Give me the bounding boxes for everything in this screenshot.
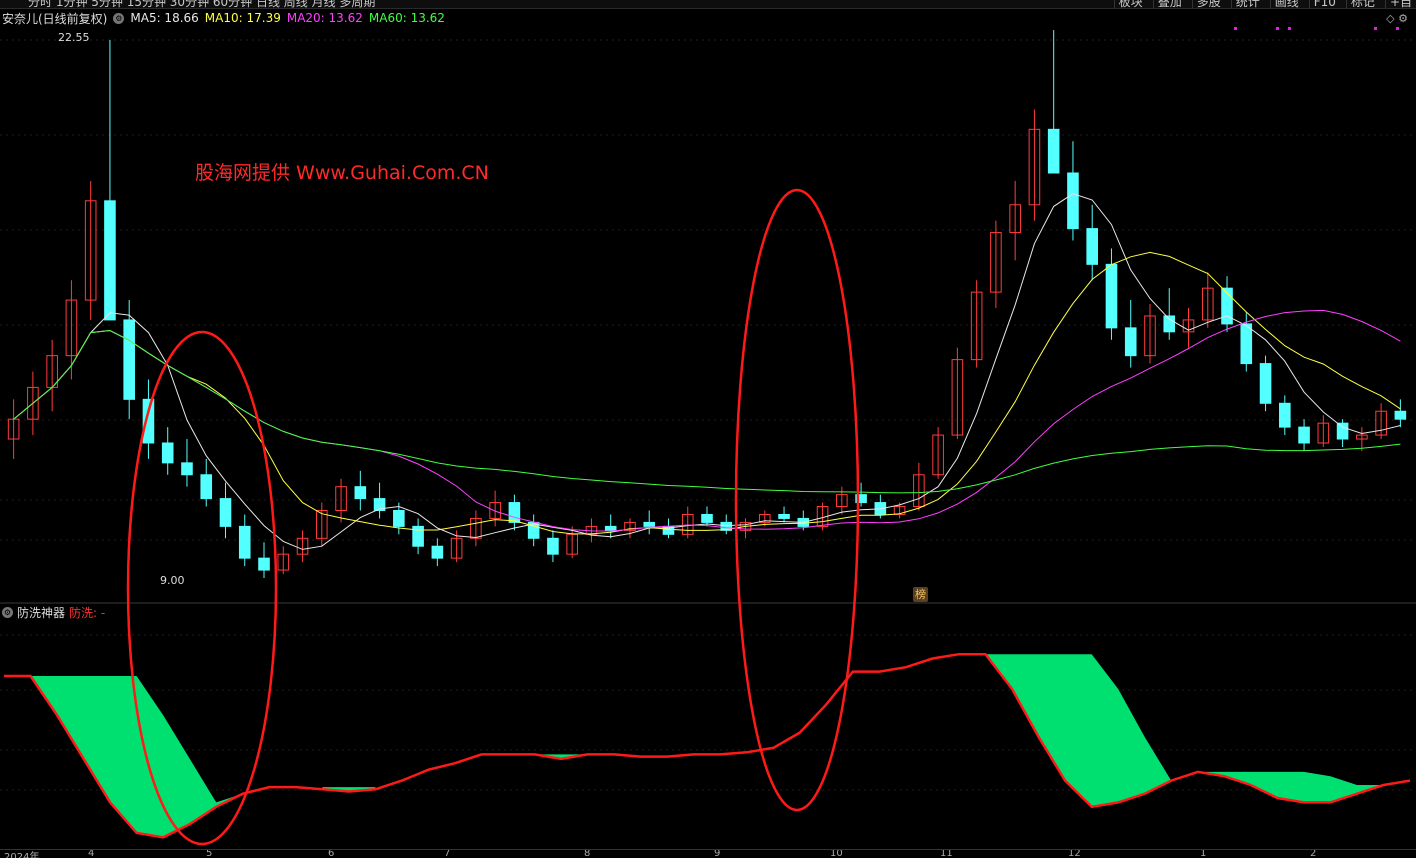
candle-body <box>1105 263 1118 329</box>
candle-body <box>219 498 232 527</box>
highlight-ellipses <box>126 188 860 846</box>
candle-body <box>1279 402 1291 428</box>
ranking-badge[interactable]: 榜 <box>913 587 928 602</box>
chart-canvas[interactable] <box>0 0 1416 857</box>
candle-body <box>1394 410 1407 420</box>
indicator-value: 防洗: - <box>69 606 106 620</box>
candle-body <box>1240 323 1253 365</box>
candle-body <box>161 442 174 464</box>
candle-body <box>1163 315 1176 333</box>
highlight-ellipse <box>126 330 278 846</box>
candle-body <box>181 462 193 476</box>
candle-body <box>258 557 270 571</box>
ma60-line <box>13 329 1401 494</box>
candle-body <box>393 510 405 527</box>
candle-body <box>1336 422 1349 440</box>
high-price-label: 22.55 <box>58 31 90 44</box>
indicator-panel <box>4 652 1411 839</box>
indicator-name: 防洗神器 <box>17 606 66 620</box>
indicator-line <box>4 652 1411 839</box>
candle-body <box>778 513 790 519</box>
candle-body <box>354 486 367 500</box>
candle-body <box>1124 327 1137 357</box>
ma5-line <box>13 193 1401 550</box>
candle-body <box>200 474 213 500</box>
candle-body <box>1259 363 1272 404</box>
candle-body <box>1047 128 1060 174</box>
candlestick-series <box>7 30 1407 578</box>
highlight-ellipse <box>734 188 860 812</box>
candle-body <box>701 513 713 523</box>
candle-body <box>1086 228 1099 265</box>
candle-body <box>604 525 617 531</box>
moving-averages <box>13 193 1401 550</box>
candle-body <box>238 525 251 559</box>
candle-body <box>123 319 135 400</box>
settings-icon[interactable]: ⚙ <box>2 607 13 618</box>
candle-body <box>104 200 116 321</box>
indicator-band <box>985 654 1172 807</box>
indicator-legend: ⚙ 防洗神器 防洗: - <box>2 604 105 621</box>
ma10-line <box>13 251 1401 535</box>
candle-body <box>1067 172 1079 230</box>
candle-body <box>431 545 444 559</box>
candle-body <box>643 521 656 527</box>
low-price-label: 9.00 <box>160 574 185 587</box>
candle-body <box>1298 426 1310 444</box>
watermark-text: 股海网提供 Www.Guhai.Com.CN <box>195 162 489 184</box>
ma20-line <box>13 309 1401 532</box>
candle-body <box>547 537 559 555</box>
grid-lines <box>0 39 1416 791</box>
candle-body <box>508 502 521 523</box>
